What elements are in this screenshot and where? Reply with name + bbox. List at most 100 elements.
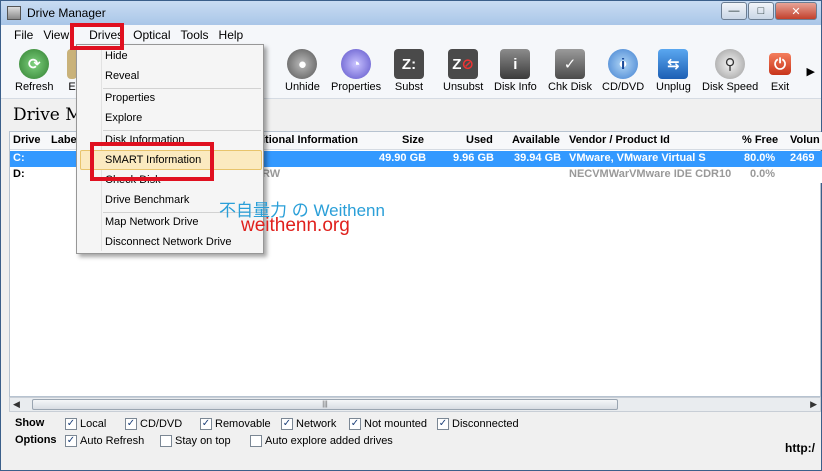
toolbar-label: Disk Info — [494, 81, 537, 93]
cell-available: 39.94 GB — [514, 152, 562, 164]
refresh-button[interactable]: ⟳ Refresh — [15, 49, 54, 93]
checkbox-label: Auto Refresh — [80, 435, 145, 447]
scroll-right-icon[interactable]: ▶ — [810, 399, 817, 410]
menu-tools[interactable]: Tools — [176, 26, 214, 44]
window-controls: — □ ✕ — [720, 2, 817, 20]
checkbox-empty — [160, 435, 172, 447]
cell-info: RW — [262, 168, 281, 180]
unplug-button[interactable]: ⇆ Unplug — [656, 49, 691, 93]
watermark-url: weithenn.org — [241, 215, 350, 236]
cd-dvd-icon: i — [608, 49, 639, 79]
checkbox-empty — [250, 435, 262, 447]
scroll-left-icon[interactable]: ◀ — [13, 399, 20, 410]
cell-volume: 2469 — [790, 152, 815, 164]
checkbox-check-icon: ✓ — [281, 418, 293, 430]
stay-on-top-checkbox[interactable]: Stay on top — [160, 435, 231, 447]
show-disconnected-checkbox[interactable]: ✓ Disconnected — [437, 418, 519, 430]
col-percent-free[interactable]: % Free — [742, 134, 778, 146]
menu-help[interactable]: Help — [214, 26, 249, 44]
menu-item-explore[interactable]: Explore — [105, 112, 142, 124]
exit-button[interactable]: ⏻ Exit — [769, 49, 791, 93]
close-button[interactable]: ✕ — [775, 2, 817, 20]
disk-speed-icon: ⚲ — [715, 49, 746, 79]
col-drive[interactable]: Drive — [13, 134, 41, 146]
unhide-button[interactable]: ● Unhide — [285, 49, 320, 93]
checkbox-label: Auto explore added drives — [265, 435, 393, 447]
subst-icon: Z: — [394, 49, 424, 79]
cell-free: 0.0% — [750, 168, 776, 180]
unsubst-button[interactable]: Z ⊘ Unsubst — [443, 49, 483, 93]
footer-link[interactable]: http:/ — [785, 441, 815, 455]
show-local-checkbox[interactable]: ✓ Local — [65, 418, 106, 430]
checkbox-label: Not mounted — [364, 418, 427, 430]
menu-item-disconnect-network-drive[interactable]: Disconnect Network Drive — [105, 236, 232, 248]
cd-dvd-button[interactable]: i CD/DVD — [602, 49, 644, 93]
checkbox-label: Stay on top — [175, 435, 231, 447]
drive-manager-window: Drive Manager — □ ✕ File View Drives Opt… — [0, 0, 822, 471]
title-bar: Drive Manager — □ ✕ — [1, 1, 821, 25]
menu-file[interactable]: File — [9, 26, 38, 44]
menu-separator — [103, 88, 261, 89]
chk-disk-icon: ✓ — [555, 49, 585, 79]
auto-explore-checkbox[interactable]: Auto explore added drives — [250, 435, 393, 447]
auto-refresh-checkbox[interactable]: ✓ Auto Refresh — [65, 435, 144, 447]
cell-size: 49.90 GB — [379, 152, 427, 164]
col-available[interactable]: Available — [512, 134, 560, 146]
menu-item-hide[interactable]: Hide — [105, 50, 128, 62]
toolbar-label: Exit — [770, 81, 790, 93]
subst-button[interactable]: Z: Subst — [394, 49, 424, 93]
menu-separator — [103, 130, 261, 131]
col-size[interactable]: Size — [402, 134, 424, 146]
checkbox-check-icon: ✓ — [125, 418, 137, 430]
horizontal-scrollbar[interactable]: ◀ ||| ▶ — [9, 397, 821, 412]
toolbar-label: Subst — [394, 81, 424, 93]
highlight-box-smart-information — [90, 142, 214, 181]
menu-optical[interactable]: Optical — [128, 26, 175, 44]
col-label[interactable]: Labe — [51, 134, 77, 146]
col-volume[interactable]: Volun — [790, 134, 820, 146]
toolbar-label: Properties — [331, 81, 382, 93]
cell-free: 80.0% — [744, 152, 776, 164]
chk-disk-button[interactable]: ✓ Chk Disk — [548, 49, 592, 93]
refresh-icon: ⟳ — [19, 49, 50, 79]
unplug-icon: ⇆ — [658, 49, 689, 79]
show-removable-checkbox[interactable]: ✓ Removable — [200, 418, 271, 430]
cell-used: 9.96 GB — [453, 152, 494, 164]
show-network-checkbox[interactable]: ✓ Network — [281, 418, 336, 430]
cell-vendor: VMware, VMware Virtual S — [569, 152, 706, 164]
menu-item-reveal[interactable]: Reveal — [105, 70, 139, 82]
maximize-button[interactable]: □ — [748, 2, 774, 20]
disk-info-button[interactable]: i Disk Info — [494, 49, 537, 93]
col-additional-information[interactable]: itional Information — [262, 134, 358, 146]
page-title: Drive M — [13, 105, 83, 125]
menu-bar: File View Drives Optical Tools Help — [1, 25, 821, 45]
disk-speed-button[interactable]: ⚲ Disk Speed — [702, 49, 758, 93]
highlight-box-drives-menu — [70, 23, 124, 50]
checkbox-check-icon: ✓ — [200, 418, 212, 430]
checkbox-label: Local — [80, 418, 107, 430]
checkbox-check-icon: ✓ — [65, 435, 77, 447]
col-vendor-product[interactable]: Vendor / Product Id — [569, 134, 670, 146]
show-not-mounted-checkbox[interactable]: ✓ Not mounted — [349, 418, 427, 430]
minimize-button[interactable]: — — [721, 2, 747, 20]
menu-item-drive-benchmark[interactable]: Drive Benchmark — [105, 194, 189, 206]
checkbox-label: Removable — [215, 418, 271, 430]
checkbox-check-icon: ✓ — [437, 418, 449, 430]
col-used[interactable]: Used — [466, 134, 493, 146]
show-cd-dvd-checkbox[interactable]: ✓ CD/DVD — [125, 418, 182, 430]
menu-item-properties[interactable]: Properties — [105, 92, 155, 104]
toolbar-label: E — [68, 81, 76, 93]
menu-view[interactable]: View — [38, 26, 74, 44]
window-title: Drive Manager — [27, 6, 106, 20]
checkbox-label: Network — [296, 418, 337, 430]
checkbox-check-icon: ✓ — [65, 418, 77, 430]
chevron-right-icon[interactable]: ▶ — [807, 65, 815, 78]
menu-item-map-network-drive[interactable]: Map Network Drive — [105, 216, 199, 228]
scrollbar-thumb[interactable]: ||| — [32, 399, 618, 410]
properties-button[interactable]: ◔ Properties — [331, 49, 381, 93]
unhide-icon: ● — [287, 49, 318, 79]
checkbox-label: CD/DVD — [140, 418, 183, 430]
properties-icon: ◔ — [341, 49, 372, 79]
app-icon — [7, 6, 21, 20]
toolbar-label: Refresh — [15, 81, 54, 93]
